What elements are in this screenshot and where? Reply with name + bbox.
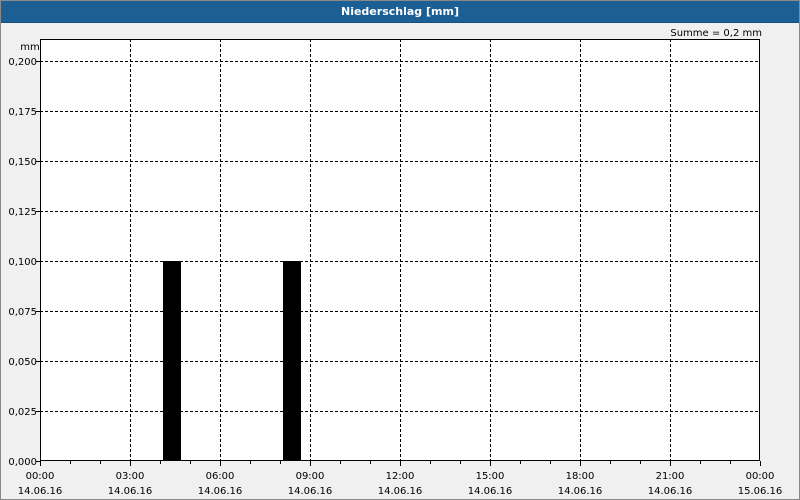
y-tick-label: 0,025 <box>8 407 37 418</box>
precipitation-bar <box>283 261 301 461</box>
y-tick-label: 0,150 <box>8 157 37 168</box>
x-tick-label-time: 15:00 <box>476 471 505 482</box>
y-tick-label: 0,000 <box>8 457 37 468</box>
x-tick-label-date: 14.06.16 <box>648 486 693 497</box>
x-tick-label-time: 12:00 <box>386 471 415 482</box>
y-tick-label: 0,175 <box>8 107 37 118</box>
x-tick-label-date: 14.06.16 <box>18 486 63 497</box>
x-tick-label-date: 14.06.16 <box>198 486 243 497</box>
x-tick-label-date: 14.06.16 <box>468 486 513 497</box>
y-tick-label: 0,050 <box>8 357 37 368</box>
x-tick-label-time: 03:00 <box>116 471 145 482</box>
x-tick-label-time: 00:00 <box>26 471 55 482</box>
x-axis: 00:00 14.06.16 03:00 14.06.16 06:00 14.06.16 0… <box>18 461 783 497</box>
y-axis: 0,000 0,025 0,050 0,075 0,100 0,125 0,150 0,175… <box>8 57 40 468</box>
y-axis-unit-label: mm <box>20 42 39 53</box>
y-tick-label: 0,075 <box>8 307 37 318</box>
x-tick-label-date: 15.06.16 <box>738 486 783 497</box>
x-tick-label-date: 14.06.16 <box>108 486 153 497</box>
y-tick-label: 0,200 <box>8 57 37 68</box>
precipitation-chart: 0,000 0,025 0,050 0,075 0,100 0,125 0,150 0,175… <box>8 28 783 497</box>
x-tick-label-time: 09:00 <box>296 471 325 482</box>
x-tick-label-time: 00:00 <box>746 471 775 482</box>
y-tick-label: 0,100 <box>8 257 37 268</box>
y-tick-label: 0,125 <box>8 207 37 218</box>
precipitation-bar <box>163 261 181 461</box>
x-tick-label-date: 14.06.16 <box>378 486 423 497</box>
x-tick-label-time: 18:00 <box>566 471 595 482</box>
summary-text: Summe = 0,2 mm <box>670 28 762 39</box>
x-tick-label-time: 06:00 <box>206 471 235 482</box>
x-tick-label-time: 21:00 <box>656 471 685 482</box>
x-tick-label-date: 14.06.16 <box>558 486 603 497</box>
x-tick-label-date: 14.06.16 <box>288 486 333 497</box>
